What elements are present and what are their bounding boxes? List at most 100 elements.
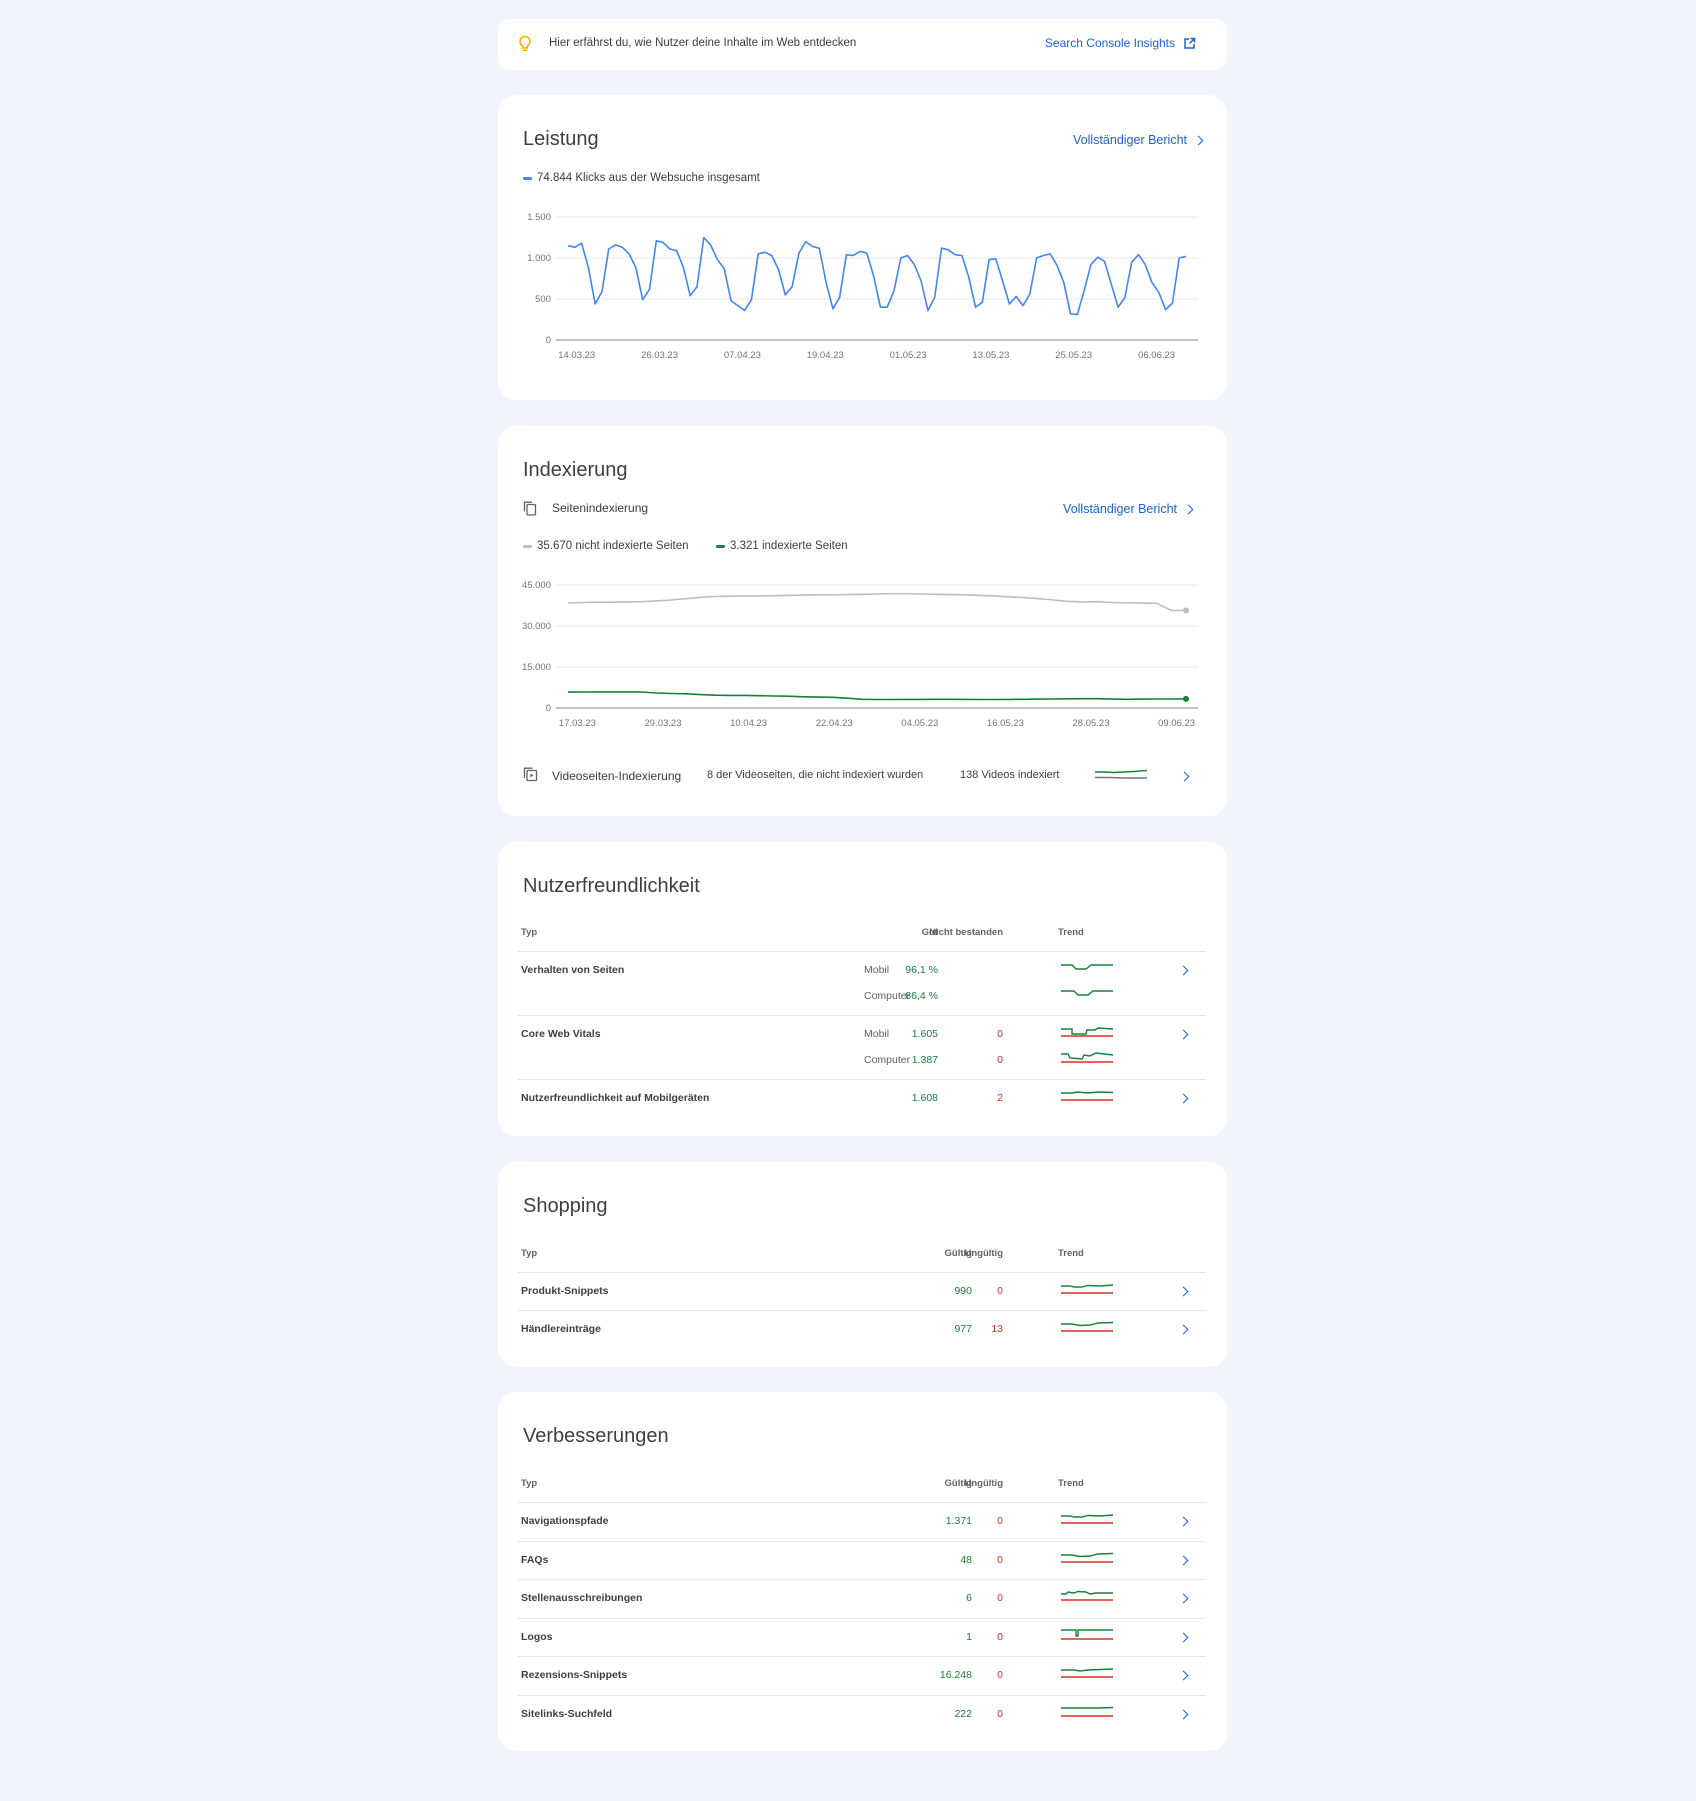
indexing-series-end-point <box>1183 607 1189 614</box>
clicks-y-tick-label: 500 <box>535 294 551 305</box>
indexing-line-chart: 0 15.000 30.000 45.000 17.03.23 29.03.23 10.04… <box>522 580 1198 729</box>
lightbulb-icon <box>518 35 532 58</box>
row-chevron-icon <box>1178 1516 1189 1527</box>
usability-table: Typ Gut Nicht bestanden Trend Verhalten … <box>518 927 1206 1127</box>
row-label: Stellenausschreibungen <box>521 1592 643 1604</box>
row-chevron-icon <box>1178 1670 1189 1681</box>
not-indexed-legend-label: 35.670 nicht indexierte Seiten <box>537 540 689 552</box>
trend-sparkline <box>1061 990 1113 996</box>
clicks-x-tick-label: 26.03.23 <box>641 350 678 361</box>
row-invalid: 0 <box>997 1285 1003 1297</box>
shopping-title: Shopping <box>523 1195 608 1217</box>
search-console-insights-label: Search Console Insights <box>1044 36 1175 50</box>
not-indexed-legend: 35.670 nicht indexierte Seiten <box>523 540 689 552</box>
table-row[interactable]: Verhalten von Seiten Mobil 96,1 % Comput… <box>518 951 1206 1016</box>
banner-text: Hier erfährst du, wie Nutzer deine Inhal… <box>549 37 857 49</box>
video-pages-icon <box>523 767 538 787</box>
indexing-full-report-link[interactable]: Vollständiger Bericht <box>1063 502 1194 516</box>
row-failed: 2 <box>997 1092 1003 1104</box>
enhancements-table: Typ Gültig Ungültig Trend Navigationspfa… <box>518 1478 1206 1740</box>
insights-banner: Hier erfährst du, wie Nutzer deine Inhal… <box>498 19 1227 70</box>
copy-pages-icon <box>523 501 537 521</box>
video-trend-sparkline <box>1095 769 1148 779</box>
row-invalid: 0 <box>997 1630 1003 1643</box>
video-indexed-text: 138 Videos indexiert <box>960 769 1060 781</box>
row-label: FAQs <box>521 1553 549 1566</box>
row-chevron-icon <box>1178 965 1189 976</box>
trend-sparkline <box>1061 1284 1114 1294</box>
table-row[interactable]: Produkt-Snippets 990 0 <box>518 1272 1206 1311</box>
indexing-x-tick-label: 28.05.23 <box>1073 718 1110 729</box>
row-desktop-failed: 0 <box>997 1054 1003 1066</box>
indexing-title: Indexierung <box>523 459 628 481</box>
row-mobile-good: 96,1 % <box>905 964 938 976</box>
row-label: Produkt-Snippets <box>521 1285 609 1297</box>
row-chevron-icon <box>1178 1286 1189 1297</box>
trend-sparkline <box>1061 1052 1114 1063</box>
clicks-series-line <box>567 236 1187 316</box>
table-row[interactable]: Core Web Vitals Mobil 1.605 0 Computer 1… <box>518 1015 1206 1080</box>
clicks-legend-label: 74.844 Klicks aus der Websuche insgesamt <box>537 172 760 184</box>
video-indexing-chevron-icon <box>1179 771 1190 782</box>
clicks-x-tick-label: 06.06.23 <box>1138 350 1175 361</box>
not-indexed-swatch <box>523 544 532 548</box>
indexed-swatch <box>716 544 725 548</box>
header-failed: Nicht bestanden <box>929 927 1003 938</box>
usability-title: Nutzerfreundlichkeit <box>523 875 700 897</box>
table-row[interactable]: Händlereinträge 977 13 <box>518 1310 1206 1349</box>
row-label: Nutzerfreundlichkeit auf Mobilgeräten <box>521 1092 710 1104</box>
indexing-x-tick-label: 09.06.23 <box>1158 718 1195 729</box>
indexing-x-tick-label: 10.04.23 <box>730 718 767 729</box>
indexing-series-line <box>567 592 1187 612</box>
table-row[interactable]: Stellenausschreibungen 6 0 <box>518 1579 1206 1619</box>
row-label: Verhalten von Seiten <box>521 964 625 976</box>
shopping-card: Shopping Typ Gültig Ungültig Trend Produ… <box>498 1162 1227 1367</box>
indexing-y-tick-label: 45.000 <box>522 580 551 591</box>
trend-sparkline <box>1061 1027 1114 1037</box>
indexed-legend-label: 3.321 indexierte Seiten <box>730 540 848 552</box>
clicks-y-tick-label: 1.000 <box>527 253 551 264</box>
performance-title: Leistung <box>523 128 599 150</box>
indexing-x-tick-label: 22.04.23 <box>816 718 853 729</box>
table-row[interactable]: Logos 1 0 <box>518 1617 1206 1658</box>
header-type: Typ <box>521 1478 538 1489</box>
row-invalid: 0 <box>997 1669 1003 1681</box>
trend-sparkline <box>1061 1091 1114 1101</box>
row-label: Navigationspfade <box>521 1515 609 1527</box>
indexing-series-end-point <box>1183 695 1189 702</box>
table-row[interactable]: FAQs 48 0 <box>518 1540 1206 1581</box>
row-chevron-icon <box>1178 1029 1189 1040</box>
row-chevron-icon <box>1178 1709 1189 1719</box>
table-row[interactable]: Navigationspfade 1.371 0 <box>518 1502 1206 1542</box>
row-invalid: 0 <box>997 1592 1003 1604</box>
indexing-x-tick-label: 04.05.23 <box>901 718 938 729</box>
header-type: Typ <box>521 927 538 938</box>
trend-sparkline <box>1061 1552 1114 1563</box>
clicks-line-chart: 0 500 1.000 1.500 14.03.23 26.03.23 07.04.23 19… <box>527 212 1198 361</box>
table-row[interactable]: Nutzerfreundlichkeit auf Mobilgeräten 1.… <box>518 1079 1206 1120</box>
row-invalid: 0 <box>997 1707 1003 1720</box>
clicks-y-tick-label: 1.500 <box>527 212 551 223</box>
trend-sparkline <box>1061 1706 1114 1717</box>
indexing-y-tick-label: 0 <box>546 703 551 714</box>
row-label: Händlereinträge <box>521 1323 601 1335</box>
clicks-x-tick-label: 19.04.23 <box>807 350 844 361</box>
row-chevron-icon <box>1178 1093 1189 1104</box>
header-trend: Trend <box>1058 927 1084 938</box>
table-row[interactable]: Rezensions-Snippets 16.248 0 <box>518 1656 1206 1696</box>
video-not-indexed-text: 8 der Videoseiten, die nicht indexiert w… <box>707 769 924 781</box>
video-indexing-row[interactable]: Videoseiten-Indexierung 8 der Videoseite… <box>498 762 1227 792</box>
clicks-x-tick-label: 07.04.23 <box>724 350 761 361</box>
row-chevron-icon <box>1178 1555 1189 1565</box>
trend-sparkline <box>1061 1628 1113 1640</box>
indexing-full-report-label: Vollständiger Bericht <box>1063 502 1177 516</box>
trend-sparkline <box>1061 964 1113 970</box>
table-row[interactable]: Sitelinks-Suchfeld 222 0 <box>518 1694 1206 1735</box>
indexing-x-tick-label: 16.05.23 <box>987 718 1024 729</box>
header-trend: Trend <box>1058 1478 1084 1489</box>
search-console-insights-link[interactable]: Search Console Insights <box>1045 36 1196 50</box>
row-chevron-icon <box>1178 1593 1189 1604</box>
row-label: Core Web Vitals <box>521 1028 601 1040</box>
performance-full-report-link[interactable]: Vollständiger Bericht <box>1073 133 1204 147</box>
row-label: Sitelinks-Suchfeld <box>521 1707 613 1720</box>
